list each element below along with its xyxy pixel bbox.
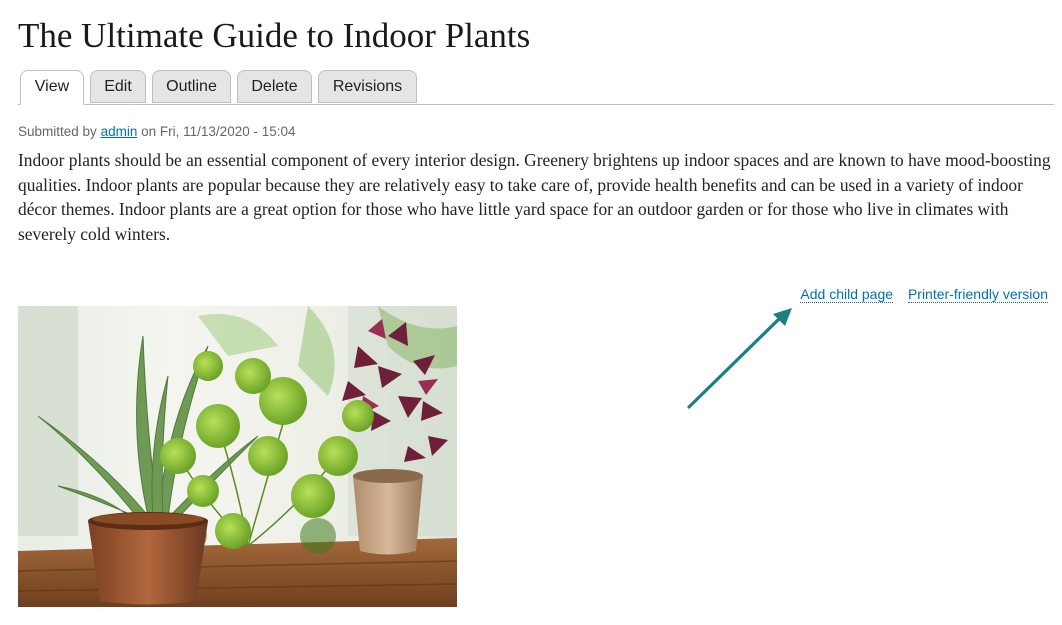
tab-delete[interactable]: Delete — [237, 70, 312, 103]
submitted-prefix: Submitted by — [18, 124, 97, 139]
author-link[interactable]: admin — [101, 124, 138, 139]
page-title: The Ultimate Guide to Indoor Plants — [18, 16, 531, 55]
tab-edit[interactable]: Edit — [90, 70, 146, 103]
arrow-pointer-icon — [687, 308, 792, 409]
submitted-date: Fri, 11/13/2020 - 15:04 — [159, 124, 296, 139]
tab-view[interactable]: View — [20, 70, 84, 105]
submitted-on: on — [141, 124, 157, 139]
tab-revisions[interactable]: Revisions — [318, 70, 417, 103]
book-navigation-links: Add child page Printer-friendly version — [789, 285, 1048, 303]
printer-friendly-link[interactable]: Printer-friendly version — [907, 286, 1048, 303]
tabs-divider — [18, 104, 1054, 105]
add-child-page-link[interactable]: Add child page — [800, 286, 894, 303]
indoor-plants-image — [18, 306, 457, 607]
submitted-info: Submitted by admin on Fri, 11/13/2020 - … — [18, 123, 296, 141]
tab-outline[interactable]: Outline — [152, 70, 231, 103]
plants-photo-illustration — [18, 306, 457, 607]
body-paragraph: Indoor plants should be an essential com… — [18, 150, 1051, 244]
